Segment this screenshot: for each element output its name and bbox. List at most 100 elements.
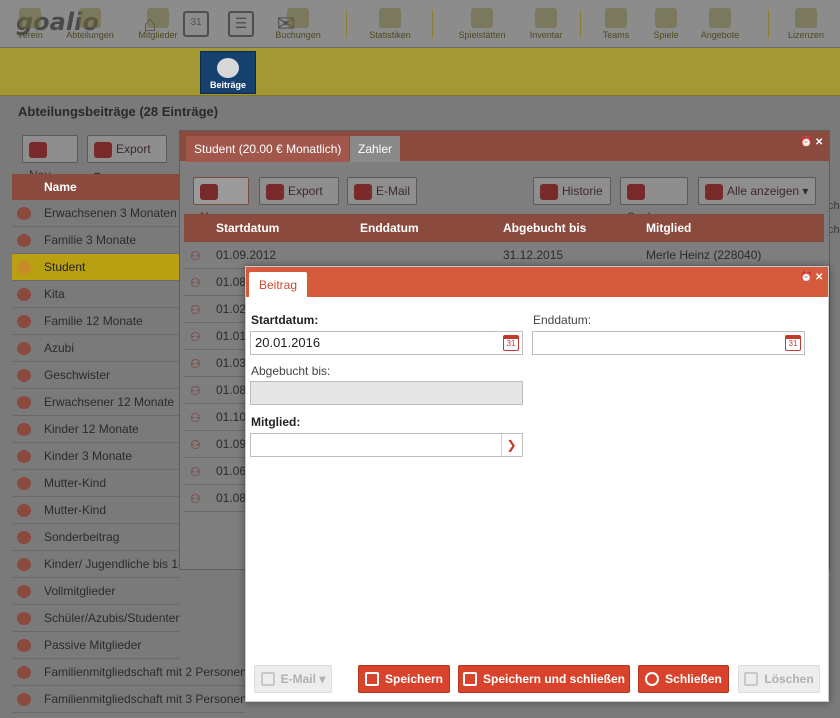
nav-statistiken[interactable]: Statistiken — [360, 0, 420, 48]
mail-icon — [260, 671, 275, 686]
nav-divider — [432, 10, 433, 38]
list-item[interactable]: Familie 3 Monate — [12, 227, 180, 254]
payer-export-button[interactable]: Export ▾ — [259, 177, 339, 224]
list-item[interactable]: Familie 12 Monate — [12, 308, 180, 335]
nav-verein[interactable]: Verein — [0, 0, 60, 48]
list-item[interactable]: Kinder 3 Monate — [12, 443, 180, 470]
nav-spielstaetten[interactable]: Spielstätten — [452, 0, 512, 48]
calendar-icon[interactable]: 31 — [785, 335, 801, 351]
org-chart-icon: ⚇ — [190, 357, 201, 371]
start-date-value: 20.01.2016 — [255, 335, 321, 350]
list-item[interactable]: Kinder/ Jugendliche bis 18 — [12, 551, 180, 578]
calendar-icon[interactable]: 31 — [503, 335, 519, 351]
nav-label: Statistiken — [369, 30, 411, 40]
nav-label: Spielstätten — [458, 30, 506, 40]
nav-label: Mitglieder — [138, 30, 178, 40]
nav-angebote[interactable]: Angebote — [690, 0, 750, 48]
list-item[interactable]: Kita — [12, 281, 180, 308]
item-label: Sonderbeitrag — [44, 530, 120, 544]
nav-mitglieder[interactable]: Mitglieder — [128, 0, 188, 48]
item-label: Vollmitglieder — [44, 584, 116, 598]
nav-spiele[interactable]: Spiele — [636, 0, 696, 48]
coins-icon — [17, 558, 31, 571]
coins-icon — [17, 639, 31, 652]
nav-label: Angebote — [700, 30, 740, 40]
list-item[interactable]: Vollmitglieder — [12, 578, 180, 605]
history-button[interactable]: Historie — [533, 177, 611, 205]
column-name-header[interactable]: Name — [12, 174, 182, 200]
dialog-email-button[interactable]: E-Mail ▾ — [254, 665, 332, 693]
list-item[interactable]: Familienmitgliedschaft mit 2 Personen — [12, 659, 245, 686]
payer-email-button[interactable]: E-Mail — [347, 177, 417, 205]
item-label: Student — [44, 260, 86, 274]
dialog-close-icon[interactable]: ✕ — [815, 272, 823, 283]
nav-inventar[interactable]: Inventar — [516, 0, 576, 48]
table-row[interactable]: ⚇ 01.09.2012 31.12.2015 Merle Heinz (228040… — [184, 242, 824, 269]
list-item[interactable]: Erwachsener 12 Monate — [12, 389, 180, 416]
col-abgebucht-bis[interactable]: Abgebucht bis — [503, 221, 586, 235]
end-date-field[interactable] — [532, 331, 805, 355]
col-enddatum[interactable]: Enddatum — [360, 221, 419, 235]
delete-button[interactable]: Löschen — [738, 665, 820, 693]
list-item[interactable]: Erwachsenen 3 Monaten — [12, 200, 180, 227]
cell-start: 01.08 — [216, 383, 247, 397]
button-label: Export — [288, 184, 323, 198]
list-item[interactable]: Passive Mitglieder — [12, 632, 180, 659]
list-item-selected[interactable]: Student — [12, 254, 180, 281]
coins-icon — [17, 450, 31, 463]
payer-new-button[interactable]: Neu — [193, 177, 249, 224]
col-mitglied[interactable]: Mitglied — [646, 221, 691, 235]
nav-buchungen[interactable]: Buchungen — [266, 0, 330, 48]
list-item[interactable]: Kinder 12 Monate — [12, 416, 180, 443]
booking-icon — [287, 8, 309, 28]
alarm-icon[interactable]: ⏰ — [800, 272, 812, 283]
save-and-close-button[interactable]: Speichern und schließen — [458, 665, 630, 693]
list-item[interactable]: Schüler/Azubis/Studenten — [12, 605, 180, 632]
org-chart-icon: ⚇ — [190, 330, 201, 344]
org-add-icon — [200, 183, 218, 200]
tab-zahler[interactable]: Zahler — [350, 136, 401, 162]
close-icon[interactable]: ✕ — [815, 137, 823, 148]
clipboard-icon[interactable]: ☰ — [228, 11, 254, 37]
button-label: Alle anzeigen — [727, 184, 800, 198]
item-label: Kinder 3 Monate — [44, 449, 133, 463]
start-date-field[interactable]: 20.01.2016 — [250, 331, 523, 355]
button-label: Speichern und schließen — [482, 672, 626, 686]
list-item[interactable]: Familienmitgliedschaft mit 3 Personen — [12, 686, 245, 713]
nav-label: Lizenzen — [787, 30, 825, 40]
item-label: Kinder/ Jugendliche bis 18 — [44, 557, 180, 571]
new-button[interactable]: Neu — [22, 135, 78, 182]
search-button[interactable]: Suche — [620, 177, 688, 224]
trash-icon — [744, 671, 759, 686]
nav-beitraege[interactable]: Beiträge — [200, 51, 256, 94]
list-item[interactable]: Azubi — [12, 335, 180, 362]
list-item[interactable]: Sonderbeitrag — [12, 524, 180, 551]
button-label: Export — [116, 142, 151, 156]
member-select[interactable] — [250, 433, 523, 457]
nav-label: Spiele — [653, 30, 679, 40]
org-chart-icon: ⚇ — [190, 384, 201, 398]
alarm-icon[interactable]: ⏰ — [800, 137, 812, 148]
nav-abteilungen[interactable]: Abteilungen — [60, 0, 120, 48]
coins-icon — [17, 477, 31, 490]
close-circle-icon — [645, 671, 660, 686]
nav-label: Teams — [602, 30, 630, 40]
chevron-down-icon[interactable]: ❯ — [501, 434, 521, 456]
item-label: Familienmitgliedschaft mit 2 Personen — [44, 665, 245, 679]
list-item[interactable]: Geschwister — [12, 362, 180, 389]
filter-icon — [705, 183, 723, 200]
col-startdatum[interactable]: Startdatum — [216, 221, 279, 235]
nav-lizenzen[interactable]: Lizenzen — [776, 0, 836, 48]
coins-icon — [17, 315, 31, 328]
coins-icon — [17, 342, 31, 355]
close-button[interactable]: Schließen — [638, 665, 729, 693]
coins-icon — [17, 612, 31, 625]
list-item[interactable]: Mutter-Kind — [12, 497, 180, 524]
tab-beitrag[interactable]: Beitrag — [249, 272, 308, 298]
show-all-button[interactable]: Alle anzeigen ▾ — [698, 177, 816, 205]
export-button[interactable]: Export ▾ — [87, 135, 167, 182]
list-item[interactable]: Mutter-Kind — [12, 470, 180, 497]
save-button[interactable]: Speichern — [358, 665, 450, 693]
tab-student[interactable]: Student (20.00 € Monatlich) — [186, 136, 350, 162]
org-chart-icon: ⚇ — [190, 276, 201, 290]
